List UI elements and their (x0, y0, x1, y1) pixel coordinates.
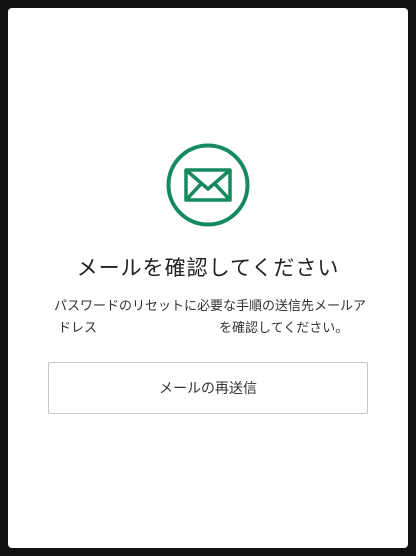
instruction-line-1: パスワードのリセットに必要な手順の送信先メールア (54, 299, 367, 314)
resend-email-button[interactable]: メールの再送信 (48, 362, 368, 414)
verification-card: メールを確認してください パスワードのリセットに必要な手順の送信先メールア ドレ… (8, 8, 408, 548)
instruction-line-2-prefix: ドレス (58, 321, 98, 336)
instruction-text: パスワードのリセットに必要な手順の送信先メールア ドレス を確認してください。 (54, 296, 374, 340)
instruction-line-2: ドレス を確認してください。 (54, 318, 374, 340)
instruction-line-2-suffix: を確認してください。 (219, 321, 349, 336)
page-title: メールを確認してください (76, 256, 340, 280)
mail-icon (166, 143, 250, 227)
